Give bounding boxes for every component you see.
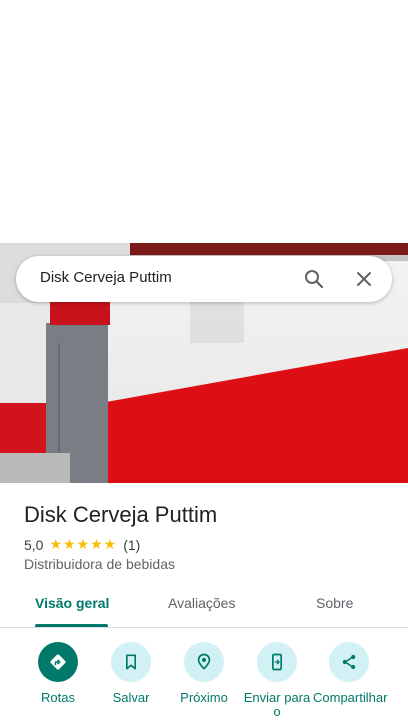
nearby-label: Próximo xyxy=(180,690,228,705)
directions-button[interactable]: Rotas xyxy=(22,642,94,705)
tab-overview[interactable]: Visão geral xyxy=(35,595,109,611)
place-title: Disk Cerveja Puttim xyxy=(24,502,218,527)
send-to-phone-button[interactable]: Enviar para o xyxy=(241,642,313,719)
close-icon[interactable] xyxy=(352,267,376,291)
share-icon xyxy=(329,642,369,682)
share-button[interactable]: Compartilhar xyxy=(313,642,388,705)
blank-area xyxy=(0,0,408,243)
directions-label: Rotas xyxy=(41,690,75,705)
place-category: Distribuidora de bebidas xyxy=(24,556,175,572)
tab-reviews[interactable]: Avaliações xyxy=(168,595,235,611)
search-icon[interactable] xyxy=(302,267,326,291)
rating-value: 5,0 xyxy=(24,536,44,553)
nearby-icon xyxy=(184,642,224,682)
tab-about[interactable]: Sobre xyxy=(316,595,353,611)
save-label: Salvar xyxy=(112,690,150,705)
divider xyxy=(0,627,408,628)
nearby-button[interactable]: Próximo xyxy=(168,642,240,705)
search-input[interactable]: Disk Cerveja Puttim xyxy=(40,269,172,286)
send-to-phone-icon xyxy=(257,642,297,682)
save-button[interactable]: Salvar xyxy=(95,642,167,705)
bookmark-icon xyxy=(111,642,151,682)
photo-awning xyxy=(50,301,110,325)
star-rating-icon: ★★★★★ xyxy=(49,536,118,552)
send-to-phone-label: Enviar para o xyxy=(243,690,311,719)
rating-row[interactable]: 5,0 ★★★★★ (1) xyxy=(24,536,140,553)
share-label: Compartilhar xyxy=(313,690,388,705)
photo-sidewalk xyxy=(0,453,70,483)
search-bar[interactable]: Disk Cerveja Puttim xyxy=(16,256,392,302)
directions-icon xyxy=(38,642,78,682)
review-count: (1) xyxy=(123,536,141,553)
